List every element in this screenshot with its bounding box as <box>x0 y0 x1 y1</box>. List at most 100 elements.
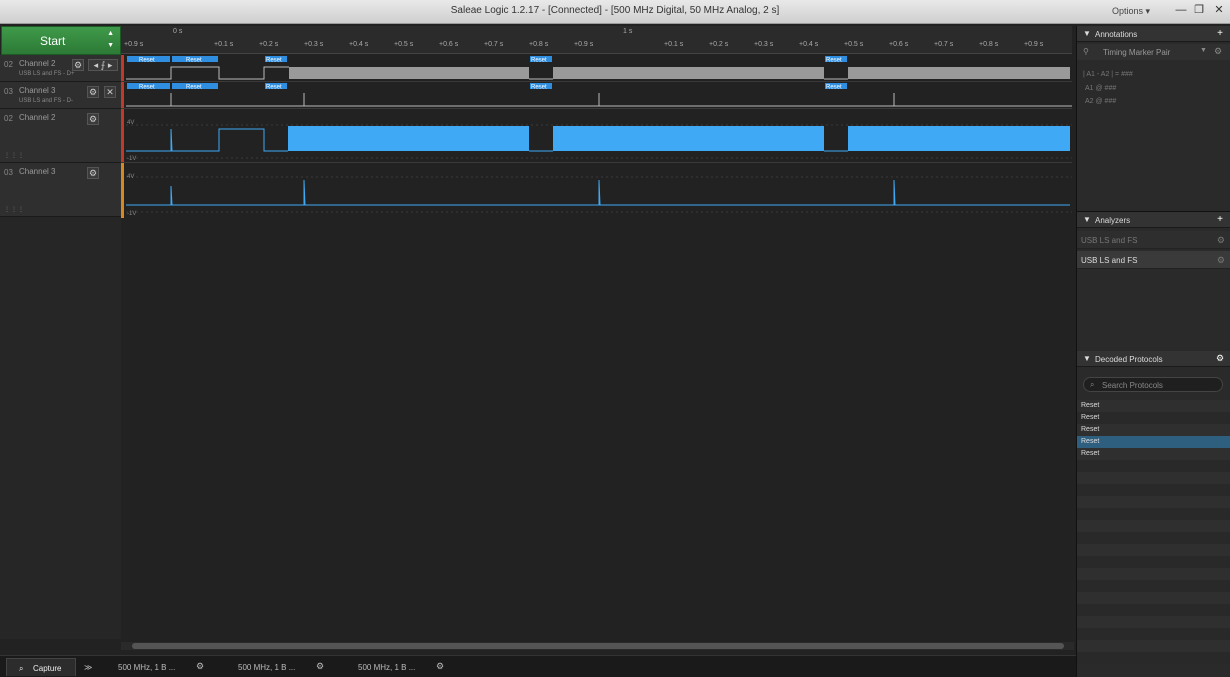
ruler-tick-label: +0.7 s <box>484 41 504 48</box>
ruler-tick-label: +0.8 s <box>979 41 999 48</box>
drag-handle-icon[interactable]: ⋮⋮⋮ <box>4 152 25 159</box>
channel-number: 03 <box>4 87 13 96</box>
collapse-triangle-icon[interactable]: ▼ <box>1083 215 1091 224</box>
session-tab[interactable]: 500 MHz, 1 B ... ⚙ <box>228 658 338 676</box>
gear-icon[interactable]: ⚙ <box>316 661 324 672</box>
annotations-title: Annotations <box>1095 30 1138 39</box>
capture-label: Capture <box>33 664 62 673</box>
marker-pair-row[interactable]: ⚲ Timing Marker Pair ▼ ⚙ <box>1077 44 1230 60</box>
up-arrow-icon[interactable]: ▲ <box>107 30 114 37</box>
session-tab-label: 500 MHz, 1 B ... <box>358 663 416 672</box>
close-button[interactable]: ✕ <box>1210 3 1228 19</box>
a2-value: A2 @ ### <box>1085 98 1117 105</box>
channel-color-marker <box>121 163 124 218</box>
window-title: Saleae Logic 1.2.17 - [Connected] - [500… <box>450 5 780 16</box>
protocol-row[interactable]: Reset <box>1077 412 1230 424</box>
gear-icon[interactable]: ⚙ <box>87 113 99 125</box>
session-tab-label: 500 MHz, 1 B ... <box>118 663 176 672</box>
protocol-row[interactable]: Reset <box>1077 400 1230 412</box>
minimize-button[interactable]: — <box>1172 3 1190 19</box>
channel-row[interactable]: 02 Channel 2 USB LS and FS - D+ ⚙ ◂ ⨍ ▸ <box>0 55 121 82</box>
title-bar: Saleae Logic 1.2.17 - [Connected] - [500… <box>0 0 1230 24</box>
marker-pair-label: Timing Marker Pair <box>1103 48 1171 57</box>
empty-row <box>1077 604 1230 616</box>
more-tabs-button[interactable]: ≫ <box>82 658 96 676</box>
horizontal-scrollbar[interactable] <box>121 642 1074 650</box>
chevron-down-icon[interactable]: ▼ <box>1200 47 1207 54</box>
channel-color-marker <box>121 109 124 163</box>
analog-low-label: -1V <box>127 211 136 217</box>
ruler-tick-label: +0.6 s <box>439 41 459 48</box>
add-annotation-button[interactable]: + <box>1213 28 1227 40</box>
options-menu[interactable]: Options ▾ <box>1112 6 1150 17</box>
channel-row[interactable]: 02 Channel 2 ⚙ ⋮⋮⋮ <box>0 109 121 163</box>
time-ruler[interactable]: 0 s 1 s +0.9 s +0.1 s +0.2 s +0.3 s +0.4 s +0… <box>121 26 1072 54</box>
protocol-row[interactable]: Reset <box>1077 448 1230 460</box>
channel-name[interactable]: Channel 3 <box>19 167 55 176</box>
session-tab[interactable]: 500 MHz, 1 B ... ⚙ <box>108 658 218 676</box>
capture-tab[interactable]: ⌕ Capture <box>6 658 76 676</box>
gear-icon[interactable]: ⚙ <box>87 86 99 98</box>
collapse-triangle-icon[interactable]: ▼ <box>1083 354 1091 363</box>
ruler-tick-label: +0.7 s <box>934 41 954 48</box>
ruler-tick-label: +0.2 s <box>709 41 729 48</box>
gear-icon[interactable]: ⚙ <box>1217 255 1225 266</box>
collapse-triangle-icon[interactable]: ▼ <box>1083 29 1091 38</box>
analyzer-label: USB LS and FS <box>1081 236 1138 245</box>
gear-icon[interactable]: ⚙ <box>196 661 204 672</box>
reset-tags-ch3: Reset Reset Reset Reset Reset <box>127 83 847 91</box>
start-label: Start <box>40 34 66 48</box>
restore-button[interactable]: ❐ <box>1190 3 1208 19</box>
empty-row <box>1077 484 1230 496</box>
reset-label: Reset <box>266 85 282 91</box>
ruler-tick-label: +0.6 s <box>889 41 909 48</box>
gear-icon[interactable]: ⚙ <box>1213 353 1227 365</box>
gear-icon[interactable]: ⚙ <box>436 661 444 672</box>
empty-row <box>1077 520 1230 532</box>
ruler-tick-label: +0.4 s <box>349 41 369 48</box>
start-button[interactable]: Start ▲ ▼ <box>1 26 121 55</box>
channel-name[interactable]: Channel 2 <box>19 59 55 68</box>
analyzer-item[interactable]: USB LS and FS ⚙ <box>1077 231 1230 249</box>
gear-icon[interactable]: ⚙ <box>72 59 84 71</box>
right-sidebar: ▼ Annotations + ⚲ Timing Marker Pair ▼ ⚙… <box>1076 26 1230 677</box>
analyzer-item[interactable]: USB LS and FS ⚙ <box>1077 251 1230 269</box>
channel-panel: 02 Channel 2 USB LS and FS - D+ ⚙ ◂ ⨍ ▸ … <box>0 55 121 639</box>
channel-row[interactable]: 03 Channel 3 ⚙ ⋮⋮⋮ <box>0 163 121 217</box>
reset-label: Reset <box>186 85 202 91</box>
gear-icon[interactable]: ⚙ <box>1214 46 1222 57</box>
scrollbar-thumb[interactable] <box>132 643 1064 649</box>
channel-name[interactable]: Channel 2 <box>19 113 55 122</box>
down-arrow-icon[interactable]: ▼ <box>107 42 114 49</box>
reset-label: Reset <box>139 85 155 91</box>
channel-name[interactable]: Channel 3 <box>19 86 55 95</box>
digital-trace-ch3 <box>126 93 1072 107</box>
drag-handle-icon[interactable]: ⋮⋮⋮ <box>4 206 25 213</box>
ruler-tick-label: +0.9 s <box>574 41 594 48</box>
ruler-tick-label: +0.9 s <box>124 41 144 48</box>
empty-row <box>1077 532 1230 544</box>
ruler-tick-label: +0.4 s <box>799 41 819 48</box>
close-icon[interactable]: ✕ <box>104 86 116 98</box>
channel-row[interactable]: 03 Channel 3 USB LS and FS - D- ⚙ ✕ <box>0 82 121 109</box>
add-analyzer-button[interactable]: + <box>1213 214 1227 226</box>
annotations-header[interactable]: ▼ Annotations + <box>1077 26 1230 42</box>
gear-icon[interactable]: ⚙ <box>87 167 99 179</box>
protocol-row-selected[interactable]: Reset <box>1077 436 1230 448</box>
analog-trace-ch3 <box>126 179 1070 206</box>
search-protocols-input[interactable]: ⌕ Search Protocols <box>1083 377 1223 392</box>
analog-trace-ch2 <box>126 126 1070 152</box>
analyzers-header[interactable]: ▼ Analyzers + <box>1077 212 1230 228</box>
gear-icon[interactable]: ⚙ <box>1217 235 1225 246</box>
reset-label: Reset <box>186 58 202 64</box>
reset-label: Reset <box>826 58 842 64</box>
ruler-tick-label: +0.8 s <box>529 41 549 48</box>
waveform-view[interactable]: Reset Reset Reset Reset Reset Reset Rese… <box>121 55 1072 218</box>
decoded-protocols-header[interactable]: ▼ Decoded Protocols ⚙ <box>1077 351 1230 367</box>
session-tab[interactable]: 500 MHz, 1 B ... ⚙ <box>348 658 458 676</box>
ruler-tick-label: +0.1 s <box>214 41 234 48</box>
ruler-tick-label: +0.5 s <box>844 41 864 48</box>
ruler-major-label: 1 s <box>623 28 633 35</box>
trigger-icon[interactable]: ◂ ⨍ ▸ <box>88 59 118 71</box>
protocol-row[interactable]: Reset <box>1077 424 1230 436</box>
